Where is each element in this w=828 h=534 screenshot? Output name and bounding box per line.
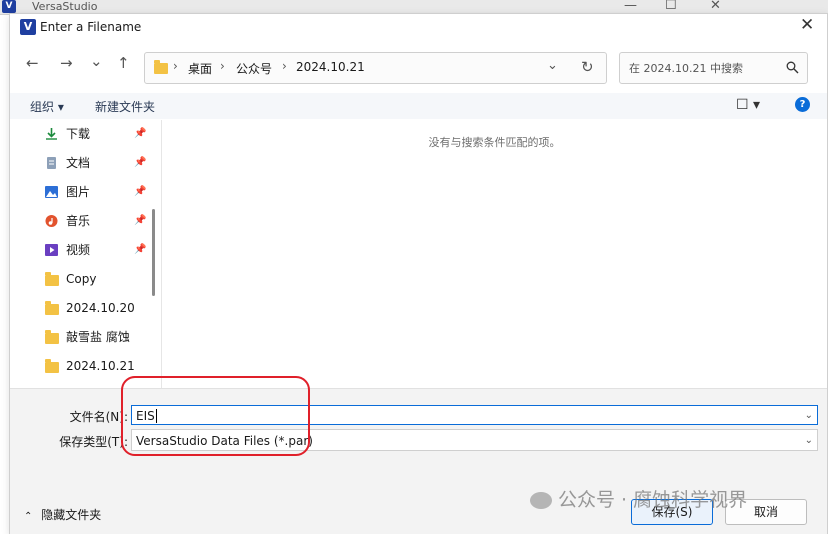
filetype-chevron-down-icon[interactable]: ⌄ [805, 430, 813, 452]
new-folder-button[interactable]: 新建文件夹 [95, 98, 155, 115]
forward-arrow-icon[interactable]: → [60, 54, 73, 72]
breadcrumb-separator: › [220, 59, 225, 73]
pin-icon[interactable]: 📌 [134, 211, 146, 231]
search-input[interactable]: 在 2024.10.21 中搜索 [619, 52, 808, 84]
search-icon[interactable] [786, 61, 799, 74]
nav-item-label: 敲雪盐 腐蚀 [66, 330, 130, 344]
breadcrumb-desktop[interactable]: 桌面 [188, 60, 212, 77]
organize-menu-button[interactable]: 组织 ▾ [30, 98, 64, 115]
filename-label: 文件名(N): [69, 410, 128, 424]
versastudio-logo-icon: V [2, 0, 16, 13]
address-dropdown-chevron-icon[interactable]: ⌄ [547, 58, 558, 73]
document-icon [47, 157, 56, 169]
refresh-icon[interactable]: ↻ [581, 58, 594, 76]
nav-item-label: 音乐 [66, 214, 91, 228]
command-toolbar: 组织 ▾ 新建文件夹 ☐ ▾ ? [10, 93, 827, 119]
nav-item-label: 2024.10.21 [66, 359, 135, 373]
pictures-icon [45, 186, 58, 198]
navigation-pane-scrollbar[interactable] [152, 209, 155, 296]
chevron-up-icon: ⌃ [24, 511, 33, 522]
recent-locations-chevron-icon[interactable]: ⌄ [90, 52, 103, 70]
breadcrumb-current-folder[interactable]: 2024.10.21 [296, 60, 365, 74]
search-placeholder: 在 2024.10.21 中搜索 [629, 62, 743, 75]
watermark-text: 公众号 · 腐蚀科学视界 [558, 489, 748, 511]
navigation-pane: 下载 📌 文档 📌 图片 📌 音乐 📌 视频 📌 Copy 2024.10.20… [10, 120, 160, 388]
up-folder-arrow-icon[interactable]: ↑ [117, 54, 130, 72]
pane-divider[interactable] [161, 120, 162, 388]
pin-icon[interactable]: 📌 [134, 240, 146, 260]
folder-icon [45, 301, 59, 315]
nav-item-label: Copy [66, 272, 97, 286]
maximize-icon[interactable]: ☐ [665, 0, 677, 13]
wechat-icon [530, 492, 552, 509]
breadcrumb-gongzhonghao[interactable]: 公众号 [236, 60, 272, 77]
minimize-icon[interactable]: — [624, 0, 637, 13]
breadcrumb-separator: › [282, 59, 287, 73]
close-icon[interactable]: ✕ [710, 0, 721, 13]
music-icon [45, 215, 58, 227]
folder-icon [45, 330, 59, 344]
highlight-annotation [121, 376, 310, 456]
download-icon [46, 128, 57, 140]
help-icon[interactable]: ? [795, 97, 810, 112]
filename-history-chevron-icon[interactable]: ⌄ [805, 406, 813, 426]
empty-results-message: 没有与搜索条件匹配的项。 [428, 136, 561, 149]
folder-icon [45, 359, 59, 373]
back-arrow-icon[interactable]: ← [26, 54, 39, 72]
folder-icon [45, 272, 59, 286]
pin-icon[interactable]: 📌 [134, 182, 146, 202]
folder-icon [154, 60, 168, 74]
address-bar[interactable]: › 桌面 › 公众号 › 2024.10.21 ⌄ ↻ [144, 52, 607, 84]
save-file-dialog: V Enter a Filename ✕ ← → ⌄ ↑ › 桌面 › 公众号 … [9, 13, 828, 534]
watermark: 公众号 · 腐蚀科学视界 [530, 485, 747, 512]
hide-folders-toggle[interactable]: ⌃ 隐藏文件夹 [24, 506, 101, 523]
dialog-title: Enter a Filename [40, 20, 142, 34]
filetype-label: 保存类型(T): [59, 435, 128, 449]
nav-item-label: 文档 [66, 156, 91, 170]
background-app-title: VersaStudio [32, 0, 98, 13]
dialog-app-icon: V [20, 19, 36, 35]
pin-icon[interactable]: 📌 [134, 153, 146, 173]
pin-icon[interactable]: 📌 [134, 124, 146, 144]
dialog-close-icon[interactable]: ✕ [800, 15, 814, 35]
hide-folders-label: 隐藏文件夹 [41, 508, 102, 522]
breadcrumb-separator: › [173, 59, 178, 73]
nav-item-label: 视频 [66, 243, 91, 257]
video-icon [45, 244, 58, 256]
nav-item-label: 下载 [66, 127, 91, 141]
nav-item-label: 图片 [66, 185, 91, 199]
view-options-icon[interactable]: ☐ ▾ [736, 97, 760, 113]
nav-item-label: 2024.10.20 [66, 301, 135, 315]
